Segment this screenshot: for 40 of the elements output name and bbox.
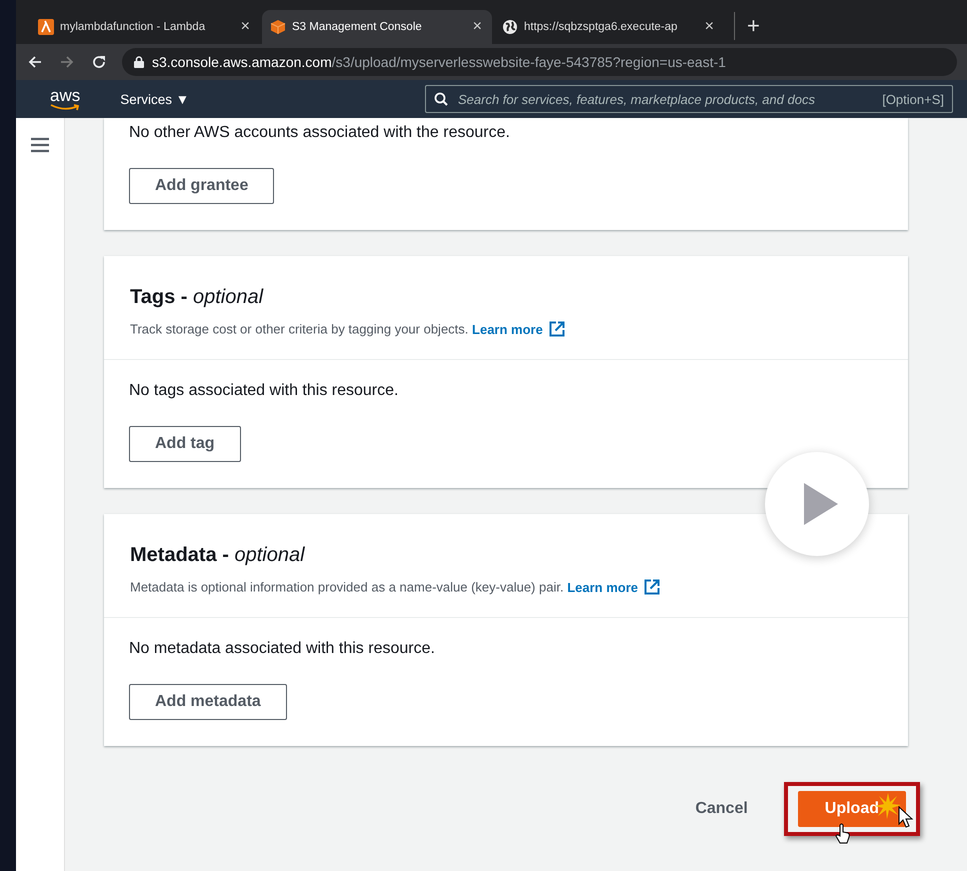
section-title: Metadata - optional bbox=[130, 544, 306, 567]
learn-more-link[interactable]: Learn more bbox=[472, 321, 565, 337]
cancel-button[interactable]: Cancel bbox=[689, 799, 754, 819]
search-icon bbox=[434, 92, 448, 106]
browser-tab[interactable]: https://sqbzsptga6.execute-ap × bbox=[494, 10, 724, 44]
lock-icon bbox=[134, 56, 144, 68]
pointer-cursor-icon bbox=[898, 806, 914, 828]
services-menu[interactable]: Services ▼ bbox=[114, 90, 196, 108]
aws-logo[interactable]: aws bbox=[50, 88, 80, 110]
play-icon bbox=[804, 483, 838, 525]
learn-more-link[interactable]: Learn more bbox=[567, 579, 660, 595]
empty-message: No other AWS accounts associated with the resource. bbox=[129, 124, 511, 142]
url-path: /s3/upload/myserverlesswebsite-faye-543785?region=us-east-1 bbox=[332, 54, 726, 70]
external-link-icon[interactable] bbox=[644, 579, 660, 595]
address-bar[interactable]: s3.console.aws.amazon.com/s3/upload/myserverlesswebsite-faye-543785?region=us-east-1 bbox=[122, 48, 957, 76]
close-tab-button[interactable]: × bbox=[238, 18, 252, 36]
browser-tab[interactable]: S3 Management Console × bbox=[262, 10, 492, 44]
url-host: s3.console.aws.amazon.com bbox=[152, 54, 332, 70]
close-tab-button[interactable]: × bbox=[702, 18, 716, 36]
search-field[interactable]: Search for services, features, marketplace products, and docs [Option+S] bbox=[425, 85, 953, 113]
empty-message: No tags associated with this resource. bbox=[129, 382, 400, 400]
shortcut-hint: [Option+S] bbox=[882, 92, 944, 106]
menu-icon[interactable] bbox=[30, 136, 50, 154]
cube-icon bbox=[270, 19, 286, 35]
add-button[interactable]: Add tag bbox=[129, 426, 241, 462]
hand-cursor-icon bbox=[835, 823, 851, 845]
browser-tab[interactable]: mylambdafunction - Lambda × bbox=[30, 10, 260, 44]
add-button[interactable]: Add metadata bbox=[129, 684, 287, 720]
section-description: Track storage cost or other criteria by tagging your objects. bbox=[130, 322, 468, 336]
search-input[interactable]: Search for services, features, marketplace products, and docs bbox=[456, 90, 874, 108]
new-tab-button[interactable]: + bbox=[734, 12, 766, 40]
close-tab-button[interactable]: × bbox=[470, 18, 484, 36]
globe-icon bbox=[502, 19, 518, 35]
section-title: Tags - optional bbox=[130, 286, 264, 309]
empty-message: No metadata associated with this resource. bbox=[129, 640, 436, 658]
external-link-icon[interactable] bbox=[548, 321, 565, 337]
reload-icon[interactable] bbox=[90, 53, 108, 71]
lambda-icon bbox=[38, 19, 54, 35]
add-button[interactable]: Add grantee bbox=[129, 168, 274, 204]
section-description: Metadata is optional information provided as a name-value (key-value) pair. bbox=[130, 580, 564, 594]
